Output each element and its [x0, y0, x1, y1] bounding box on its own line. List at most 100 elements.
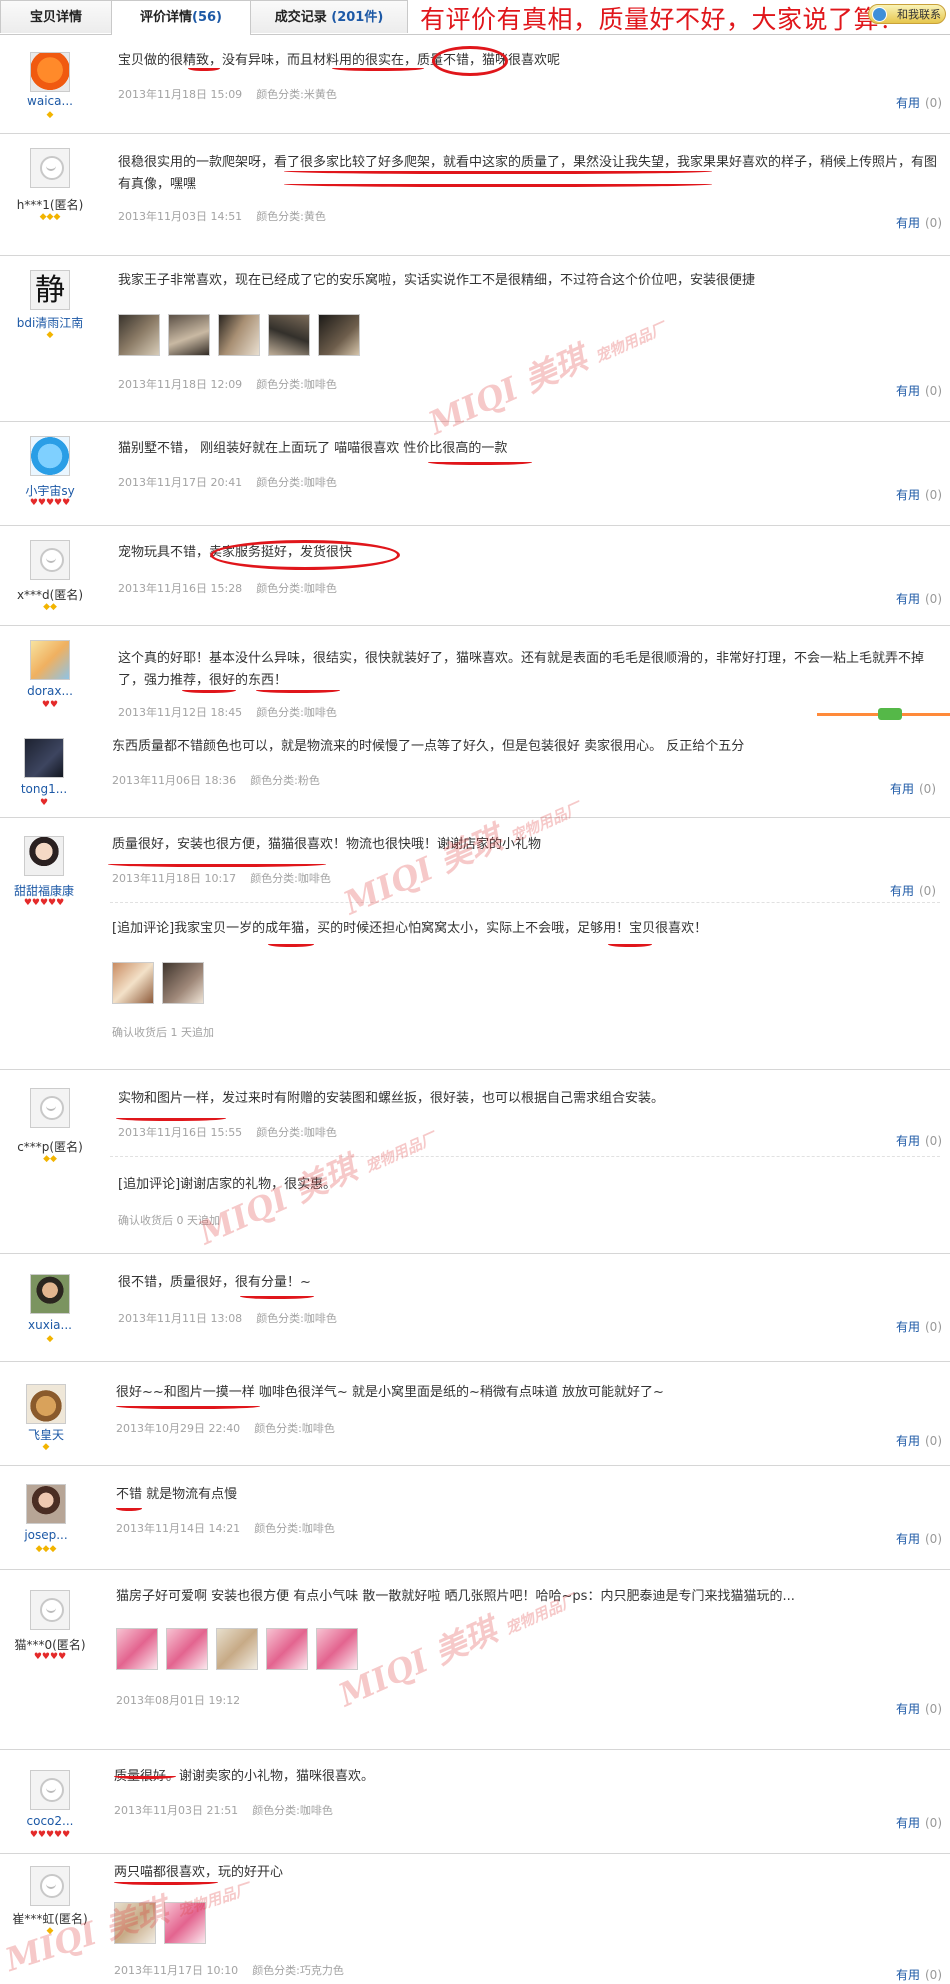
- review-photos: [114, 1902, 214, 1948]
- review-photo[interactable]: [114, 1902, 156, 1944]
- useful-button[interactable]: 有用 (0): [896, 1132, 942, 1149]
- avatar[interactable]: [30, 1590, 70, 1630]
- reviewer-level-icon: ◆◆◆: [35, 1544, 57, 1554]
- useful-button[interactable]: 有用 (0): [896, 214, 942, 231]
- review-item: xuxia... ◆ 很不错，质量很好，很有分量！~ 2013年11月11日 1…: [0, 1254, 950, 1362]
- review-photo[interactable]: [164, 1902, 206, 1944]
- useful-count: (0): [925, 1968, 942, 1982]
- review-photo[interactable]: [318, 314, 360, 356]
- underline-mark: [240, 1292, 314, 1299]
- append-divider: [110, 1156, 940, 1157]
- useful-button[interactable]: 有用 (0): [896, 1966, 942, 1983]
- reviewer-nick[interactable]: coco2...: [0, 1814, 100, 1828]
- circle-mark: [210, 540, 400, 570]
- useful-button[interactable]: 有用 (0): [896, 1432, 942, 1449]
- review-date: 2013年11月14日 14:21: [116, 1522, 241, 1535]
- review-item: josep... ◆◆◆ 不错 就是物流有点慢 2013年11月14日 14:2…: [0, 1466, 950, 1570]
- review-photo[interactable]: [216, 1628, 258, 1670]
- reviewer-nick[interactable]: dorax...: [0, 684, 100, 698]
- review-item: h***1(匿名) ◆◆◆ 很稳很实用的一款爬架呀，看了很多家比较了好多爬架，就…: [0, 134, 950, 256]
- reviewer-nick[interactable]: josep...: [0, 1528, 96, 1542]
- review-photo[interactable]: [166, 1628, 208, 1670]
- avatar[interactable]: [26, 1384, 66, 1424]
- underline-mark: [114, 1772, 176, 1779]
- review-photo[interactable]: [118, 314, 160, 356]
- avatar[interactable]: [26, 1484, 66, 1524]
- review-meta: 2013年11月18日 10:17 颜色分类:咖啡色: [112, 870, 331, 886]
- avatar[interactable]: [30, 1088, 70, 1128]
- avatar[interactable]: [30, 148, 70, 188]
- useful-button[interactable]: 有用 (0): [890, 780, 936, 797]
- circle-mark: [432, 46, 508, 76]
- review-item: tong1... ♥ 东西质量都不错颜色也可以，就是物流来的时候慢了一点等了好久…: [0, 720, 950, 818]
- tab-item-details[interactable]: 宝贝详情: [0, 0, 112, 33]
- review-photo[interactable]: [116, 1628, 158, 1670]
- review-date: 2013年11月03日 14:51: [118, 210, 243, 223]
- useful-button[interactable]: 有用 (0): [896, 1814, 942, 1831]
- review-photos: [118, 314, 368, 360]
- useful-label: 有用: [889, 782, 914, 796]
- reviewer-level-icon: ◆◆: [43, 1154, 57, 1164]
- useful-button[interactable]: 有用 (0): [896, 486, 942, 503]
- avatar[interactable]: [30, 1770, 70, 1810]
- useful-button[interactable]: 有用 (0): [896, 590, 942, 607]
- review-meta: 2013年11月14日 14:21 颜色分类:咖啡色: [116, 1520, 335, 1536]
- useful-label: 有用: [895, 592, 920, 606]
- useful-count: (0): [919, 782, 936, 796]
- avatar[interactable]: [30, 52, 70, 92]
- useful-button[interactable]: 有用 (0): [896, 382, 942, 399]
- reviewer-nick[interactable]: 飞皇天: [0, 1426, 96, 1443]
- review-photo[interactable]: [168, 314, 210, 356]
- review-photo[interactable]: [316, 1628, 358, 1670]
- review-meta: 2013年11月18日 12:09 颜色分类:咖啡色: [118, 376, 337, 392]
- underline-mark: [332, 64, 424, 71]
- avatar[interactable]: [24, 836, 64, 876]
- reviewer-nick[interactable]: 甜甜福康康: [0, 882, 94, 899]
- useful-button[interactable]: 有用 (0): [896, 1530, 942, 1547]
- append-review-text: [追加评论]谢谢店家的礼物，很实惠。: [118, 1177, 337, 1192]
- review-photo[interactable]: [162, 962, 204, 1004]
- review-meta: 2013年08月01日 19:12: [116, 1692, 240, 1708]
- useful-button[interactable]: 有用 (0): [896, 1318, 942, 1335]
- avatar[interactable]: [30, 1274, 70, 1314]
- review-text: 不错 就是物流有点慢: [116, 1487, 238, 1502]
- append-meta: 确认收货后 0 天追加: [118, 1214, 220, 1227]
- tab-reviews[interactable]: 评价详情(56): [111, 0, 251, 35]
- avatar[interactable]: [30, 640, 70, 680]
- underline-mark: [256, 686, 340, 693]
- reviewer-nick: 猫***0(匿名): [14, 1638, 86, 1652]
- review-photo[interactable]: [266, 1628, 308, 1670]
- useful-label: 有用: [895, 1816, 920, 1830]
- reviewer-nick[interactable]: xuxia...: [0, 1318, 100, 1332]
- avatar[interactable]: 静: [30, 270, 70, 310]
- useful-label: 有用: [895, 1968, 920, 1982]
- useful-button[interactable]: 有用 (0): [896, 94, 942, 111]
- reviewer-nick[interactable]: bdi清雨江南: [0, 314, 100, 331]
- review-date: 2013年11月17日 10:10: [114, 1964, 239, 1977]
- useful-button[interactable]: 有用 (0): [890, 882, 936, 899]
- avatar[interactable]: [30, 436, 70, 476]
- review-photo[interactable]: [112, 962, 154, 1004]
- review-photos: [116, 1628, 366, 1674]
- avatar[interactable]: [30, 540, 70, 580]
- avatar[interactable]: [30, 1866, 70, 1906]
- underline-mark: [428, 458, 532, 465]
- reviewer-nick[interactable]: 小宇宙sy: [0, 482, 100, 499]
- useful-button[interactable]: 有用 (0): [896, 1700, 942, 1717]
- review-photo[interactable]: [218, 314, 260, 356]
- contact-seller-button[interactable]: 和我联系: [868, 4, 946, 24]
- review-text: 很不错，质量很好，很有分量！~: [118, 1275, 311, 1290]
- review-item: 甜甜福康康 ♥♥♥♥♥ 质量很好，安装也很方便，猫猫很喜欢！物流也很快哦！谢谢店…: [0, 818, 950, 1070]
- reviewer-nick[interactable]: waica...: [0, 94, 100, 108]
- tab-transactions[interactable]: 成交记录 (201件): [250, 0, 408, 33]
- reviewer-level-icon: ♥♥♥♥♥: [29, 498, 71, 508]
- review-meta: 2013年11月03日 21:51 颜色分类:咖啡色: [114, 1802, 333, 1818]
- review-item: 小宇宙sy ♥♥♥♥♥ 猫别墅不错， 刚组装好就在上面玩了 喵喵很喜欢 性价比很…: [0, 422, 950, 526]
- review-color: 颜色分类:咖啡色: [256, 1312, 337, 1325]
- underline-mark: [284, 167, 712, 174]
- review-count: 56: [197, 10, 217, 25]
- reviewer-nick[interactable]: tong1...: [0, 782, 94, 796]
- avatar[interactable]: [24, 738, 64, 778]
- review-photo[interactable]: [268, 314, 310, 356]
- reviewer-nick: x***d(匿名): [16, 588, 84, 602]
